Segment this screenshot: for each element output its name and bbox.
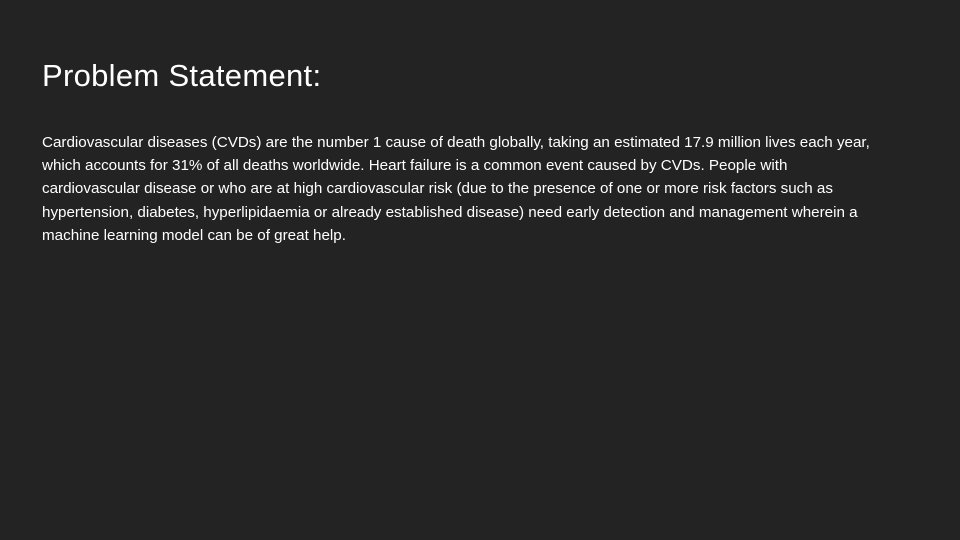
slide-title: Problem Statement:: [42, 58, 322, 93]
paragraph-line: hypertension, diabetes, hyperlipidaemia …: [42, 203, 858, 221]
paragraph-line: machine learning model can be of great h…: [42, 226, 346, 244]
slide: Problem Statement: Cardiovascular diseas…: [0, 0, 960, 540]
paragraph-line: Cardiovascular diseases (CVDs) are the n…: [42, 134, 870, 151]
paragraph-line: which accounts for 31% of all deaths wor…: [42, 157, 788, 175]
paragraph-line: cardiovascular disease or who are at hig…: [42, 180, 833, 198]
problem-statement-paragraph: Cardiovascular diseases (CVDs) are the n…: [42, 131, 922, 247]
